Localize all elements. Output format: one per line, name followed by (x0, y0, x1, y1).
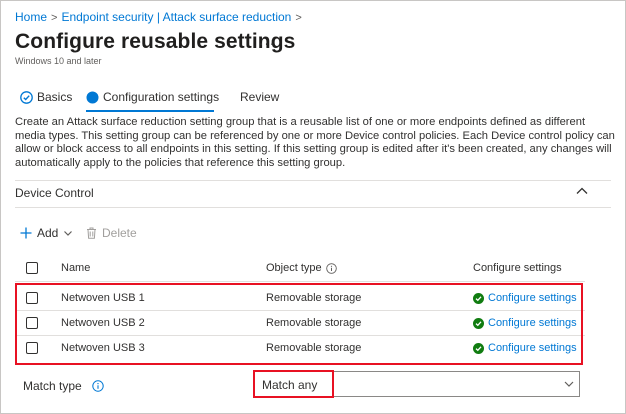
header-divider (15, 281, 585, 282)
select-all-checkbox[interactable] (26, 262, 38, 274)
filled-circle-icon (86, 91, 99, 103)
tab-label: Review (240, 90, 280, 104)
column-header-configure: Configure settings (473, 262, 562, 274)
tab-review[interactable]: Review (240, 90, 279, 104)
chevron-down-icon (64, 231, 73, 236)
description-text: Create an Attack surface reduction setti… (15, 116, 615, 169)
column-header-name[interactable]: Name (61, 262, 90, 274)
tab-configuration-settings[interactable]: Configuration settings (86, 90, 219, 104)
chevron-up-icon[interactable] (575, 184, 589, 198)
check-circle-icon (20, 90, 33, 104)
more-actions-button[interactable]: ... (259, 32, 275, 50)
column-header-label: Object type (266, 262, 322, 274)
page-subtitle: Windows 10 and later (15, 56, 102, 66)
breadcrumb-separator: > (51, 12, 58, 24)
info-icon[interactable] (325, 262, 337, 274)
tab-label: Basics (37, 90, 73, 104)
section-title: Device Control (15, 186, 94, 200)
breadcrumb-asr[interactable]: Endpoint security | Attack surface reduc… (61, 10, 291, 24)
tab-label: Configuration settings (103, 90, 220, 104)
breadcrumb: Home > Endpoint security | Attack surface … (15, 10, 306, 24)
trash-icon (87, 227, 96, 239)
add-label: Add (37, 226, 59, 240)
divider (15, 180, 611, 181)
match-type-highlight-box (253, 370, 334, 398)
breadcrumb-separator: > (295, 12, 302, 24)
delete-label: Delete (102, 226, 137, 240)
match-type-label-group: Match type (23, 379, 104, 393)
chevron-down-icon[interactable] (563, 378, 575, 390)
match-type-label: Match type (23, 379, 82, 393)
breadcrumb-home[interactable]: Home (15, 10, 47, 24)
divider (15, 207, 611, 208)
add-button[interactable]: Add (20, 226, 73, 240)
page-title: Configure reusable settings (15, 30, 296, 53)
info-icon[interactable] (92, 380, 104, 392)
plus-icon (20, 227, 32, 239)
tab-basics[interactable]: Basics (20, 90, 72, 104)
rows-highlight-box (15, 283, 583, 365)
column-header-object-type[interactable]: Object type (266, 262, 337, 274)
delete-button[interactable]: Delete (86, 226, 137, 240)
active-tab-indicator (86, 110, 214, 112)
